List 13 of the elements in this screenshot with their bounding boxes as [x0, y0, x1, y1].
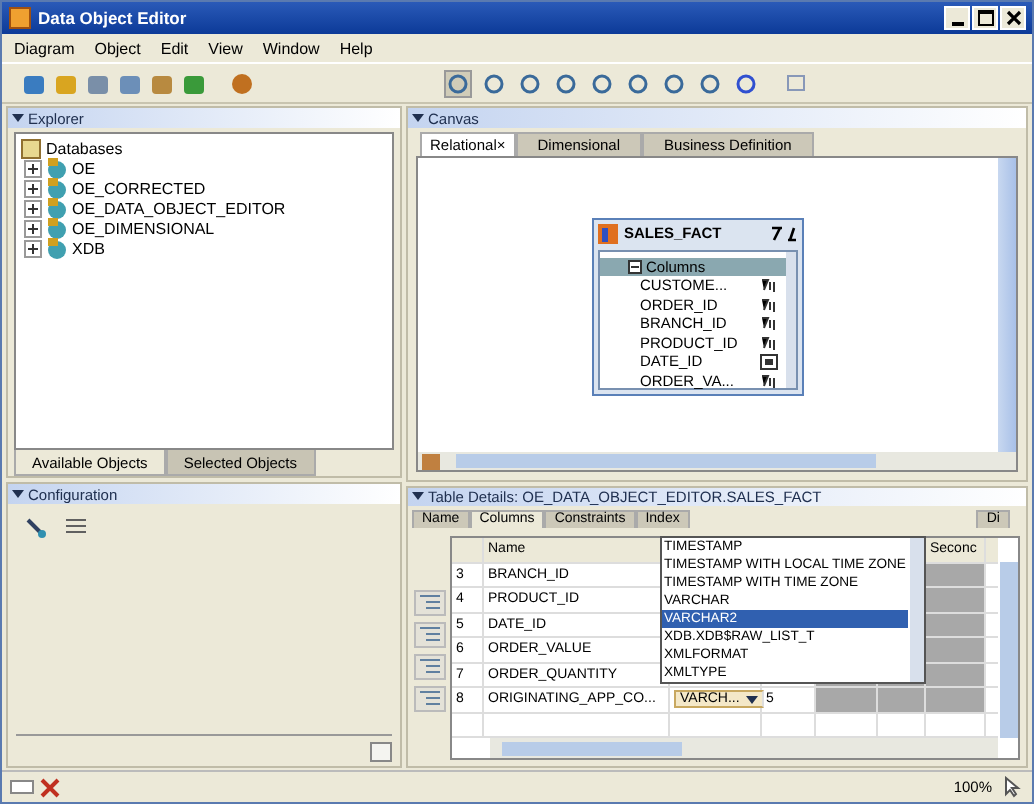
tree-item[interactable]: OE_DIMENSIONAL [72, 219, 215, 237]
menu-item[interactable]: Help [339, 39, 373, 57]
menu-item[interactable]: Edit [160, 39, 189, 57]
tree-item[interactable]: OE [72, 159, 96, 177]
window-title: Data Object Editor [38, 8, 187, 28]
tree-item[interactable]: XDB [72, 239, 105, 257]
tree-item[interactable]: Databases [46, 139, 123, 157]
menu-item[interactable]: Object [94, 39, 141, 57]
tree-item[interactable]: OE_CORRECTED [72, 179, 206, 197]
menu-item[interactable]: Window [262, 39, 320, 57]
menu-item[interactable]: Diagram [14, 39, 75, 57]
menu-item[interactable]: View [208, 39, 243, 57]
tree-item[interactable]: OE_DATA_OBJECT_EDITOR [72, 199, 286, 217]
